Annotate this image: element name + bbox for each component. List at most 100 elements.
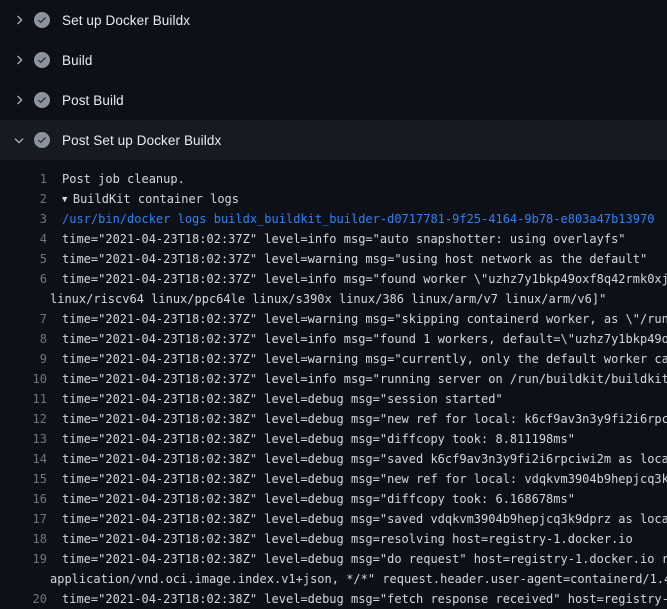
log-line-number[interactable]: 15 xyxy=(0,469,47,489)
chevron-icon[interactable] xyxy=(12,133,34,147)
check-circle-icon xyxy=(34,92,50,108)
log-line-number[interactable]: 11 xyxy=(0,389,47,409)
log-line: 4 ▼ time="2021-04-23T18:02:37Z" level=in… xyxy=(0,229,667,249)
log-line-text-content: time="2021-04-23T18:02:38Z" level=debug … xyxy=(62,452,667,466)
chevron-icon[interactable] xyxy=(12,53,34,67)
log-line-text: ▼ linux/riscv64 linux/ppc64le linux/s390… xyxy=(47,289,606,309)
log-line-text-content: time="2021-04-23T18:02:38Z" level=debug … xyxy=(62,412,667,426)
step-label: Post Set up Docker Buildx xyxy=(62,133,221,148)
log-line-text-content: time="2021-04-23T18:02:37Z" level=info m… xyxy=(62,372,667,386)
log-line-number[interactable]: 16 xyxy=(0,489,47,509)
log-line-text-content: BuildKit container logs xyxy=(73,192,239,206)
log-line: 14 ▼ time="2021-04-23T18:02:38Z" level=d… xyxy=(0,449,667,469)
log-line-text: ▼ time="2021-04-23T18:02:37Z" level=warn… xyxy=(47,349,667,369)
log-line-text-content: time="2021-04-23T18:02:37Z" level=warnin… xyxy=(62,312,667,326)
log-line-text-content: time="2021-04-23T18:02:38Z" level=debug … xyxy=(62,432,575,446)
log-line-number[interactable]: 2 xyxy=(0,189,47,209)
log-line-number[interactable]: 20 xyxy=(0,589,47,609)
log-line: 8 ▼ time="2021-04-23T18:02:37Z" level=in… xyxy=(0,329,667,349)
log-line-number[interactable]: 17 xyxy=(0,509,47,529)
log-line-number[interactable]: 14 xyxy=(0,449,47,469)
check-circle-icon xyxy=(34,132,50,148)
step-label: Set up Docker Buildx xyxy=(62,13,190,28)
log-line-text-content: /usr/bin/docker logs buildx_buildkit_bui… xyxy=(62,212,654,226)
log-line-text: ▼ time="2021-04-23T18:02:38Z" level=debu… xyxy=(47,409,667,429)
log-line-text: ▼ time="2021-04-23T18:02:37Z" level=warn… xyxy=(47,309,667,329)
log-line-text-content: time="2021-04-23T18:02:38Z" level=debug … xyxy=(62,532,633,546)
log-line: 13 ▼ time="2021-04-23T18:02:38Z" level=d… xyxy=(0,429,667,449)
log-line: 10 ▼ time="2021-04-23T18:02:37Z" level=i… xyxy=(0,369,667,389)
log-line-number[interactable]: 3 xyxy=(0,209,47,229)
log-line-text: ▼ time="2021-04-23T18:02:38Z" level=debu… xyxy=(47,489,575,509)
steps-list: Set up Docker Buildx Build P xyxy=(0,0,667,160)
log-line: 2 ▼ BuildKit container logs xyxy=(0,189,667,209)
log-line-text-content: time="2021-04-23T18:02:38Z" level=debug … xyxy=(62,392,503,406)
log-line-text-content: application/vnd.oci.image.index.v1+json,… xyxy=(50,572,667,586)
log-line: 18 ▼ time="2021-04-23T18:02:38Z" level=d… xyxy=(0,529,667,549)
triangle-down-icon[interactable]: ▼ xyxy=(62,195,73,205)
log-line-text-content: Post job cleanup. xyxy=(62,172,185,186)
log-line-text-content: time="2021-04-23T18:02:38Z" level=debug … xyxy=(62,552,667,566)
log-line-number[interactable]: 7 xyxy=(0,309,47,329)
log-line: ▼ linux/riscv64 linux/ppc64le linux/s390… xyxy=(0,289,667,309)
log-line-number[interactable]: 1 xyxy=(0,169,47,189)
log-line-text-content: time="2021-04-23T18:02:37Z" level=info m… xyxy=(62,332,667,346)
log-line-text-content: time="2021-04-23T18:02:37Z" level=warnin… xyxy=(62,352,667,366)
log-line-text: ▼ time="2021-04-23T18:02:38Z" level=debu… xyxy=(47,509,667,529)
log-line: 3 ▼ /usr/bin/docker logs buildx_buildkit… xyxy=(0,209,667,229)
log-line-text: ▼ time="2021-04-23T18:02:38Z" level=debu… xyxy=(47,589,667,609)
log-line-number[interactable]: 8 xyxy=(0,329,47,349)
log-line-text: ▼ time="2021-04-23T18:02:38Z" level=debu… xyxy=(47,429,575,449)
log-line-number[interactable] xyxy=(0,289,47,309)
log-line: 17 ▼ time="2021-04-23T18:02:38Z" level=d… xyxy=(0,509,667,529)
log-line-text: ▼ time="2021-04-23T18:02:38Z" level=debu… xyxy=(47,469,667,489)
log-line-number[interactable]: 9 xyxy=(0,349,47,369)
log-line-text-content: time="2021-04-23T18:02:38Z" level=debug … xyxy=(62,512,667,526)
log-area: 1 ▼ Post job cleanup. 2 ▼ BuildKit conta… xyxy=(0,160,667,609)
log-line: 6 ▼ time="2021-04-23T18:02:37Z" level=in… xyxy=(0,269,667,289)
log-line-text-content: time="2021-04-23T18:02:37Z" level=info m… xyxy=(62,232,626,246)
log-line-text: ▼ BuildKit container logs xyxy=(47,189,239,209)
log-line-number[interactable]: 10 xyxy=(0,369,47,389)
log-line-number[interactable]: 5 xyxy=(0,249,47,269)
log-line-number[interactable]: 18 xyxy=(0,529,47,549)
log-line-text-content: time="2021-04-23T18:02:38Z" level=debug … xyxy=(62,592,667,606)
log-line: 7 ▼ time="2021-04-23T18:02:37Z" level=wa… xyxy=(0,309,667,329)
log-line-text-content: time="2021-04-23T18:02:37Z" level=info m… xyxy=(62,272,667,286)
log-line-text: ▼ time="2021-04-23T18:02:37Z" level=info… xyxy=(47,369,667,389)
log-line-text-content: time="2021-04-23T18:02:38Z" level=debug … xyxy=(62,472,667,486)
check-circle-icon xyxy=(34,52,50,68)
log-line-text: ▼ time="2021-04-23T18:02:38Z" level=debu… xyxy=(47,389,503,409)
workflow-log-viewer: Set up Docker Buildx Build P xyxy=(0,0,667,609)
log-line: 19 ▼ time="2021-04-23T18:02:38Z" level=d… xyxy=(0,549,667,569)
step-label: Build xyxy=(62,53,93,68)
log-line-number[interactable]: 4 xyxy=(0,229,47,249)
chevron-icon[interactable] xyxy=(12,13,34,27)
log-line: 5 ▼ time="2021-04-23T18:02:37Z" level=wa… xyxy=(0,249,667,269)
log-line-number[interactable]: 13 xyxy=(0,429,47,449)
log-line-text: ▼ time="2021-04-23T18:02:37Z" level=warn… xyxy=(47,249,647,269)
log-line-text: ▼ time="2021-04-23T18:02:38Z" level=debu… xyxy=(47,549,667,569)
log-line-text: ▼ time="2021-04-23T18:02:37Z" level=info… xyxy=(47,229,626,249)
log-line-text: ▼ time="2021-04-23T18:02:38Z" level=debu… xyxy=(47,449,667,469)
log-line: 20 ▼ time="2021-04-23T18:02:38Z" level=d… xyxy=(0,589,667,609)
log-line-text-content: time="2021-04-23T18:02:38Z" level=debug … xyxy=(62,492,575,506)
log-line-text-content: linux/riscv64 linux/ppc64le linux/s390x … xyxy=(50,292,606,306)
log-line-text: ▼ time="2021-04-23T18:02:37Z" level=info… xyxy=(47,329,667,349)
step-row[interactable]: Build xyxy=(0,40,667,80)
log-line: 12 ▼ time="2021-04-23T18:02:38Z" level=d… xyxy=(0,409,667,429)
step-row[interactable]: Set up Docker Buildx xyxy=(0,0,667,40)
log-line-number[interactable]: 12 xyxy=(0,409,47,429)
log-line: 16 ▼ time="2021-04-23T18:02:38Z" level=d… xyxy=(0,489,667,509)
step-row[interactable]: Post Set up Docker Buildx xyxy=(0,120,667,160)
log-line-number[interactable] xyxy=(0,569,47,589)
log-line-text: ▼ application/vnd.oci.image.index.v1+jso… xyxy=(47,569,667,589)
log-line-number[interactable]: 19 xyxy=(0,549,47,569)
log-line-number[interactable]: 6 xyxy=(0,269,47,289)
log-line-text: ▼ time="2021-04-23T18:02:38Z" level=debu… xyxy=(47,529,633,549)
log-line: ▼ application/vnd.oci.image.index.v1+jso… xyxy=(0,569,667,589)
step-row[interactable]: Post Build xyxy=(0,80,667,120)
log-line-text-content: time="2021-04-23T18:02:37Z" level=warnin… xyxy=(62,252,647,266)
chevron-icon[interactable] xyxy=(12,93,34,107)
log-line: 11 ▼ time="2021-04-23T18:02:38Z" level=d… xyxy=(0,389,667,409)
